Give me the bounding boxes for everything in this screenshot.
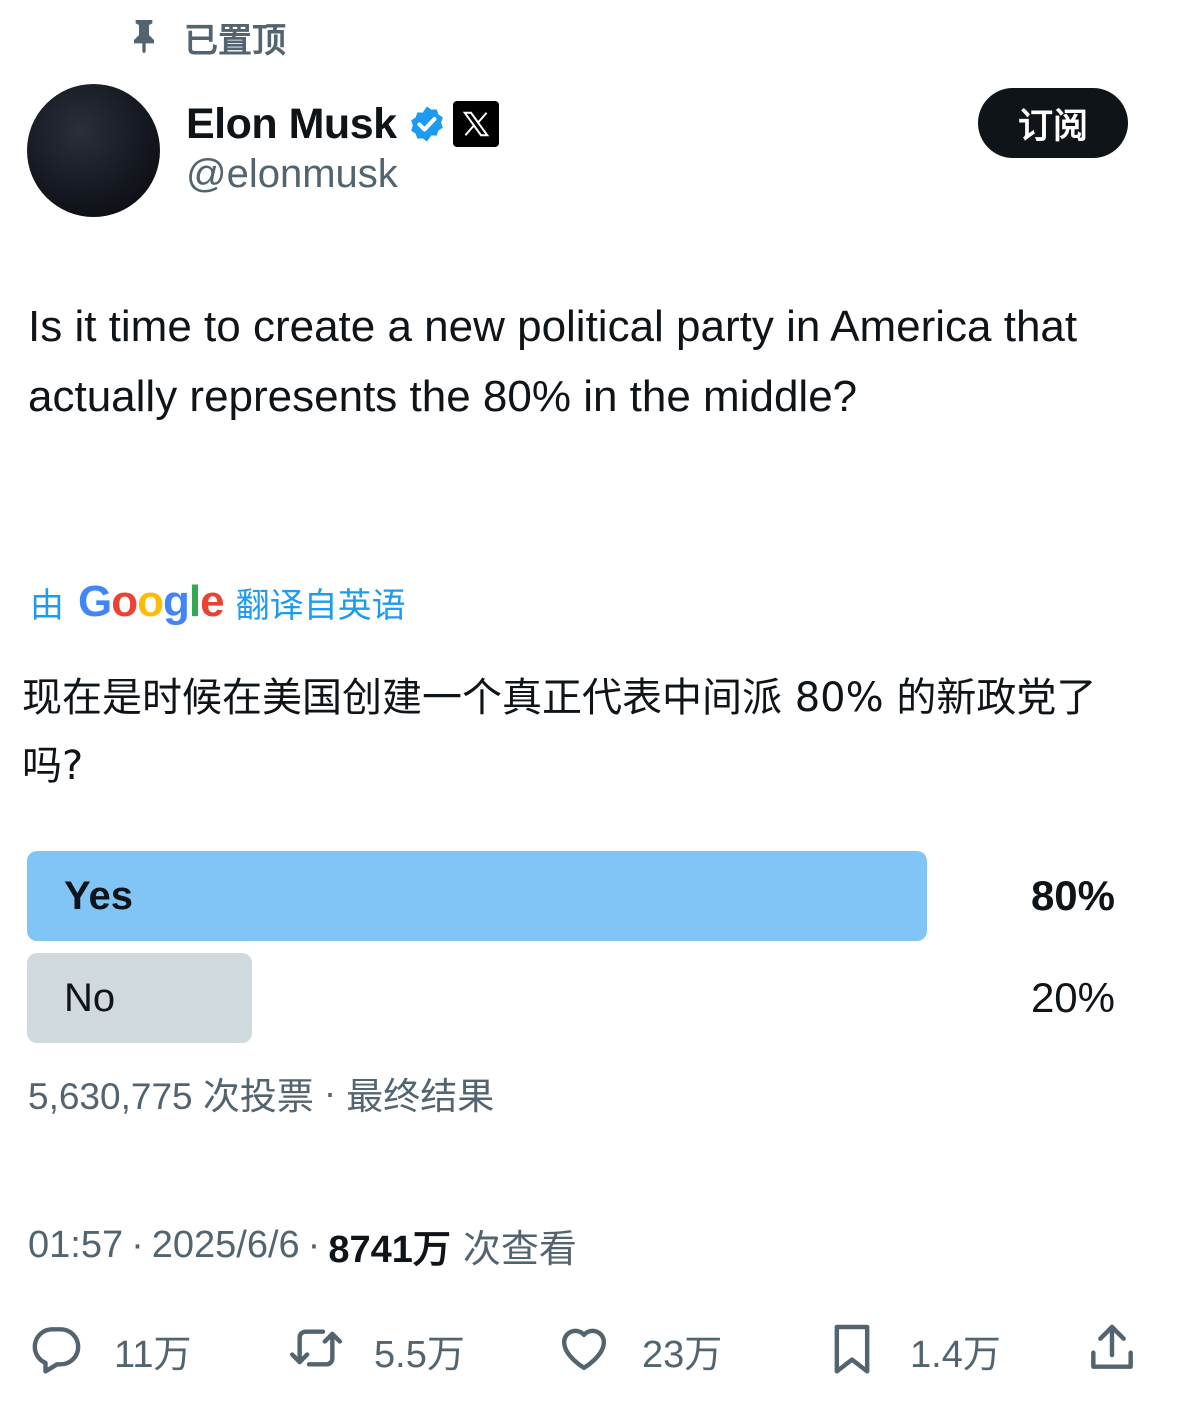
share-icon xyxy=(1084,1320,1140,1381)
like-button[interactable]: 23万 xyxy=(556,1310,722,1390)
poll-bar-no xyxy=(27,953,252,1043)
poll-vote-count: 5,630,775 次投票 xyxy=(28,1076,314,1117)
reply-count: 11万 xyxy=(114,1333,192,1376)
poll-option-percent: 20% xyxy=(1030,974,1115,1021)
reply-button[interactable]: 11万 xyxy=(28,1310,191,1390)
x-logo-icon xyxy=(452,101,499,147)
tweet-timestamp-row: 01:57 · 2025/6/6 · 8741万 次查看 xyxy=(28,1218,577,1273)
separator: · xyxy=(131,1224,144,1266)
retweet-button[interactable]: 5.5万 xyxy=(288,1310,465,1390)
like-icon xyxy=(556,1320,612,1381)
bookmark-count: 1.4万 xyxy=(910,1333,1001,1376)
translated-text: 现在是时候在美国创建一个真正代表中间派 80% 的新政党了吗? xyxy=(22,675,1097,789)
reply-icon xyxy=(28,1320,84,1381)
poll-option-yes: Yes 80% xyxy=(27,851,1117,941)
author-handle[interactable]: @elonmusk xyxy=(186,152,398,197)
verified-badge-icon xyxy=(407,104,447,144)
retweet-count: 5.5万 xyxy=(374,1333,465,1376)
poll-meta: 5,630,775 次投票 · 最终结果 xyxy=(28,1066,494,1120)
subscribe-button[interactable]: 订阅 xyxy=(978,88,1128,158)
like-count: 23万 xyxy=(642,1333,723,1376)
pinned-indicator: 已置顶 xyxy=(124,12,286,62)
avatar[interactable] xyxy=(27,84,160,217)
separator: · xyxy=(307,1224,321,1266)
author-name-row[interactable]: Elon Musk xyxy=(186,96,499,152)
translate-from-label: 翻译自英语 xyxy=(235,586,406,625)
bookmark-button[interactable]: 1.4万 xyxy=(824,1310,1001,1390)
tweet-text: Is it time to create a new political par… xyxy=(28,302,1078,421)
translation-attribution[interactable]: 由 Google 翻译自英语 xyxy=(30,572,406,632)
tweet-date[interactable]: 2025/6/6 xyxy=(152,1224,300,1267)
display-name[interactable]: Elon Musk xyxy=(186,100,397,149)
tweet-time[interactable]: 01:57 xyxy=(28,1224,123,1267)
retweet-icon xyxy=(288,1320,344,1381)
separator: · xyxy=(323,1072,337,1113)
bookmark-icon xyxy=(824,1320,880,1381)
views-count[interactable]: 8741万 xyxy=(328,1218,451,1273)
pin-icon xyxy=(124,15,164,60)
google-logo: Google xyxy=(78,577,225,626)
poll-status: 最终结果 xyxy=(346,1076,495,1117)
poll-option-percent: 80% xyxy=(1030,872,1115,919)
pinned-label: 已置顶 xyxy=(184,21,286,60)
poll-option-no: No 20% xyxy=(27,953,1117,1043)
poll-bar-yes xyxy=(27,851,927,941)
poll-option-label: No xyxy=(64,976,116,1020)
share-button[interactable] xyxy=(1084,1310,1140,1390)
views-label: 次查看 xyxy=(462,1229,577,1271)
action-bar: 11万 5.5万 23万 1.4万 xyxy=(0,1310,1179,1390)
poll-option-label: Yes xyxy=(64,874,133,918)
translate-by-label: 由 xyxy=(30,586,64,625)
